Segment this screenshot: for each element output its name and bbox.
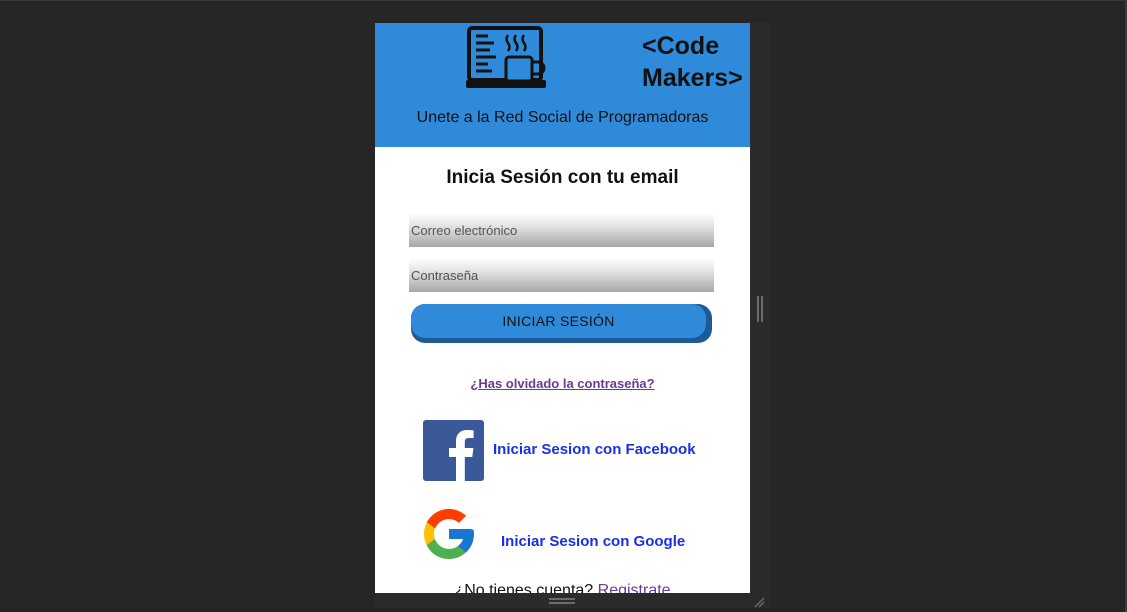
resize-handle-bottom[interactable]: [549, 598, 575, 604]
window-top-border: [0, 0, 1127, 1]
app-header: <Code Makers> Unete a la Red Social de P…: [375, 23, 750, 147]
resize-handle-right[interactable]: [757, 296, 763, 322]
logo-text: <Code Makers>: [642, 30, 743, 94]
google-login-label: Iniciar Sesion con Google: [501, 533, 686, 550]
mobile-viewport: <Code Makers> Unete a la Red Social de P…: [375, 23, 750, 593]
facebook-icon: [423, 420, 484, 481]
password-field[interactable]: [409, 258, 714, 292]
code-makers-logo: <Code Makers>: [466, 25, 743, 93]
email-field[interactable]: [409, 213, 714, 247]
register-link[interactable]: Registrate: [598, 582, 671, 593]
login-button[interactable]: INICIAR SESIÓN: [411, 304, 706, 338]
facebook-login-label: Iniciar Sesion con Facebook: [493, 441, 696, 458]
facebook-login-button[interactable]: Iniciar Sesion con Facebook: [419, 419, 709, 483]
register-prompt-text: ¿No tienes cuenta?: [454, 582, 594, 593]
logo-text-line1: <Code: [642, 32, 720, 60]
register-prompt: ¿No tienes cuenta? Registrate: [375, 582, 750, 593]
google-login-button[interactable]: Iniciar Sesion con Google: [419, 501, 709, 567]
google-icon: [424, 509, 474, 559]
tagline: Unete a la Red Social de Programadoras: [416, 109, 709, 126]
resize-handle-corner[interactable]: [753, 596, 765, 608]
forgot-password-link[interactable]: ¿Has olvidado la contraseña?: [375, 376, 750, 391]
login-title: Inicia Sesión con tu email: [446, 167, 679, 188]
logo-text-line2: Makers>: [642, 64, 743, 92]
laptop-coffee-icon: [466, 26, 546, 88]
